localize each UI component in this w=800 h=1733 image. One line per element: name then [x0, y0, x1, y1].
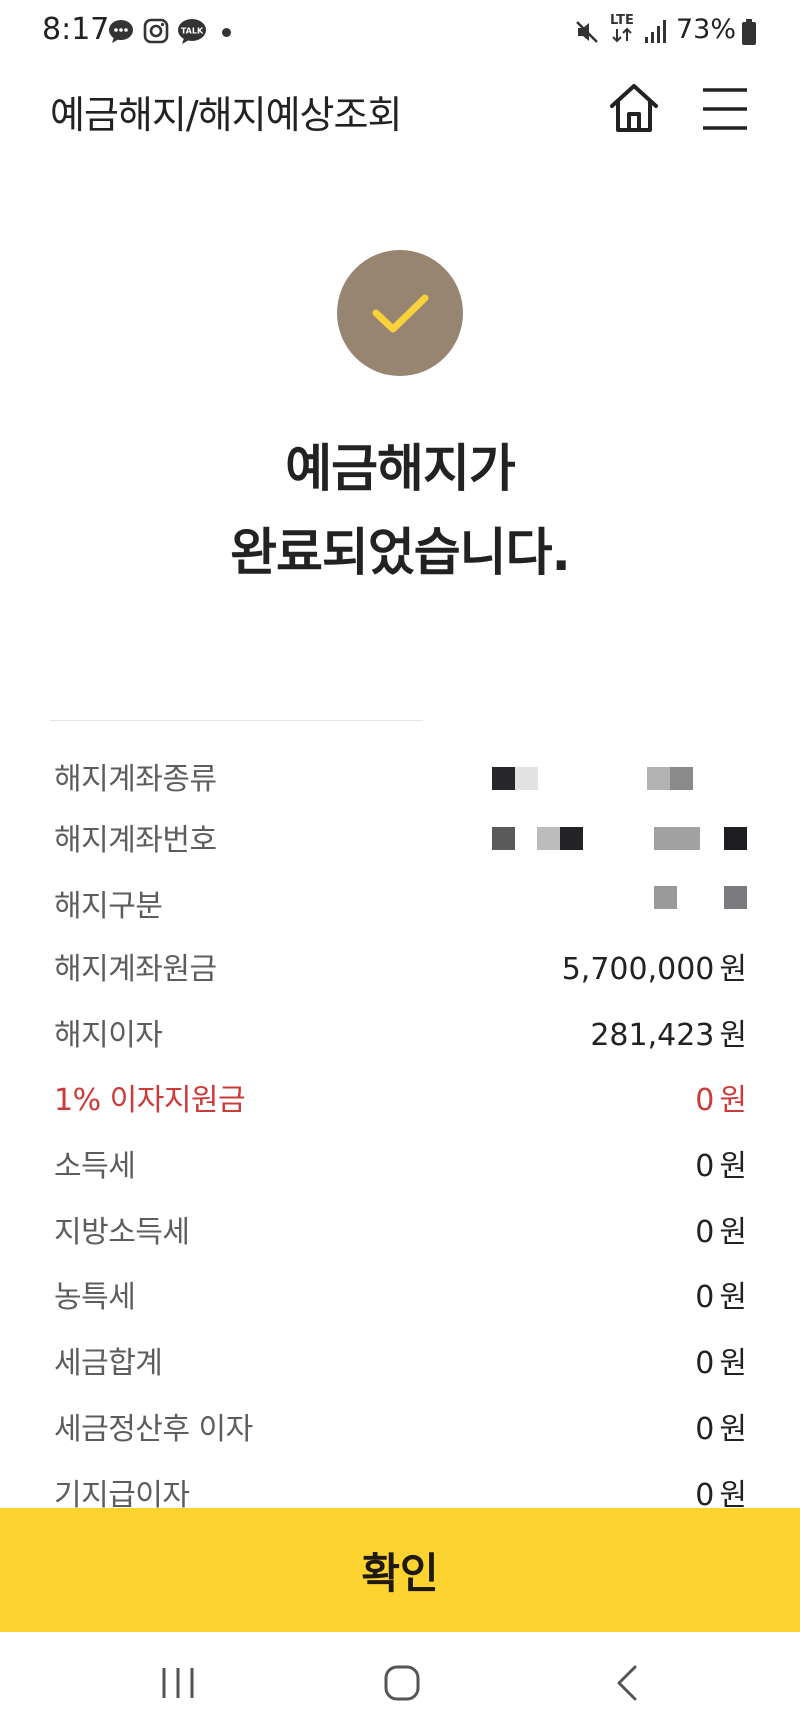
- row-label: 해지계좌종류: [54, 762, 217, 797]
- battery-percent: 73%: [676, 14, 737, 45]
- row-value: 281,423 원: [590, 1018, 747, 1053]
- detail-row-interest-subsidy: 1% 이자지원금 0원: [50, 1075, 747, 1135]
- divider: [50, 720, 423, 721]
- detail-row-account-type: 해지계좌종류: [50, 754, 747, 814]
- check-icon: [337, 294, 463, 380]
- row-value: 0원: [695, 1412, 747, 1447]
- detail-row-principal: 해지계좌원금 5,700,000 원: [50, 944, 747, 1004]
- home-icon: [606, 84, 662, 140]
- completion-message: 예금해지가 완료되었습니다.: [0, 428, 800, 596]
- menu-icon: [700, 88, 750, 138]
- row-value: 0원: [695, 1083, 747, 1118]
- row-label: 지방소득세: [54, 1215, 190, 1250]
- row-label: 해지계좌번호: [54, 823, 217, 858]
- detail-row-local-income-tax: 지방소득세 0원: [50, 1207, 747, 1267]
- home-circle-icon[interactable]: [384, 1665, 420, 1705]
- instagram-icon: [143, 18, 169, 44]
- menu-button[interactable]: [700, 84, 750, 134]
- svg-text:TALK: TALK: [181, 27, 204, 36]
- notification-dot-icon: [222, 28, 231, 37]
- masked-value: [490, 754, 747, 814]
- detail-row-after-tax-interest: 세금정산후 이자 0원: [50, 1404, 747, 1464]
- row-label: 농특세: [54, 1280, 136, 1315]
- masked-value: [490, 881, 747, 941]
- back-icon[interactable]: [614, 1664, 640, 1706]
- row-label: 소득세: [54, 1149, 136, 1184]
- detail-row-special-tax: 농특세 0원: [50, 1272, 747, 1332]
- row-value: 0원: [695, 1149, 747, 1184]
- talk-icon: TALK: [177, 18, 207, 44]
- row-label: 해지이자: [54, 1018, 163, 1053]
- signal-icon: [644, 18, 670, 44]
- row-value: 0원: [695, 1346, 747, 1381]
- row-value: 0원: [695, 1215, 747, 1250]
- mute-icon: [574, 19, 600, 45]
- row-value: 5,700,000 원: [561, 952, 747, 987]
- detail-row-interest: 해지이자 281,423 원: [50, 1010, 747, 1070]
- recent-apps-icon[interactable]: [160, 1666, 196, 1704]
- detail-row-account-number: 해지계좌번호: [50, 815, 747, 875]
- lte-icon: LTE: [610, 14, 636, 48]
- detail-row-tax-total: 세금합계 0원: [50, 1338, 747, 1398]
- status-time: 8:17: [42, 12, 110, 47]
- row-label: 세금합계: [54, 1346, 163, 1381]
- masked-value: [490, 815, 747, 875]
- page-title: 예금해지/해지예상조회: [50, 93, 402, 137]
- detail-row-income-tax: 소득세 0원: [50, 1141, 747, 1201]
- completion-line-1: 예금해지가: [285, 440, 516, 499]
- confirm-button[interactable]: 확인: [0, 1508, 800, 1632]
- success-badge: [337, 250, 463, 376]
- home-button[interactable]: [606, 80, 662, 136]
- completion-line-2: 완료되었습니다.: [230, 524, 571, 583]
- battery-icon: [741, 19, 757, 45]
- row-label: 해지계좌원금: [54, 952, 217, 987]
- system-nav-bar: [0, 1632, 800, 1733]
- chat-bubble-icon: [108, 18, 134, 44]
- detail-row-termination-type: 해지구분: [50, 881, 747, 941]
- status-bar: 8:17 TALK LTE 73%: [0, 0, 800, 62]
- row-label: 해지구분: [54, 889, 163, 924]
- row-label: 세금정산후 이자: [54, 1412, 253, 1447]
- row-label: 1% 이자지원금: [54, 1083, 246, 1118]
- row-value: 0원: [695, 1280, 747, 1315]
